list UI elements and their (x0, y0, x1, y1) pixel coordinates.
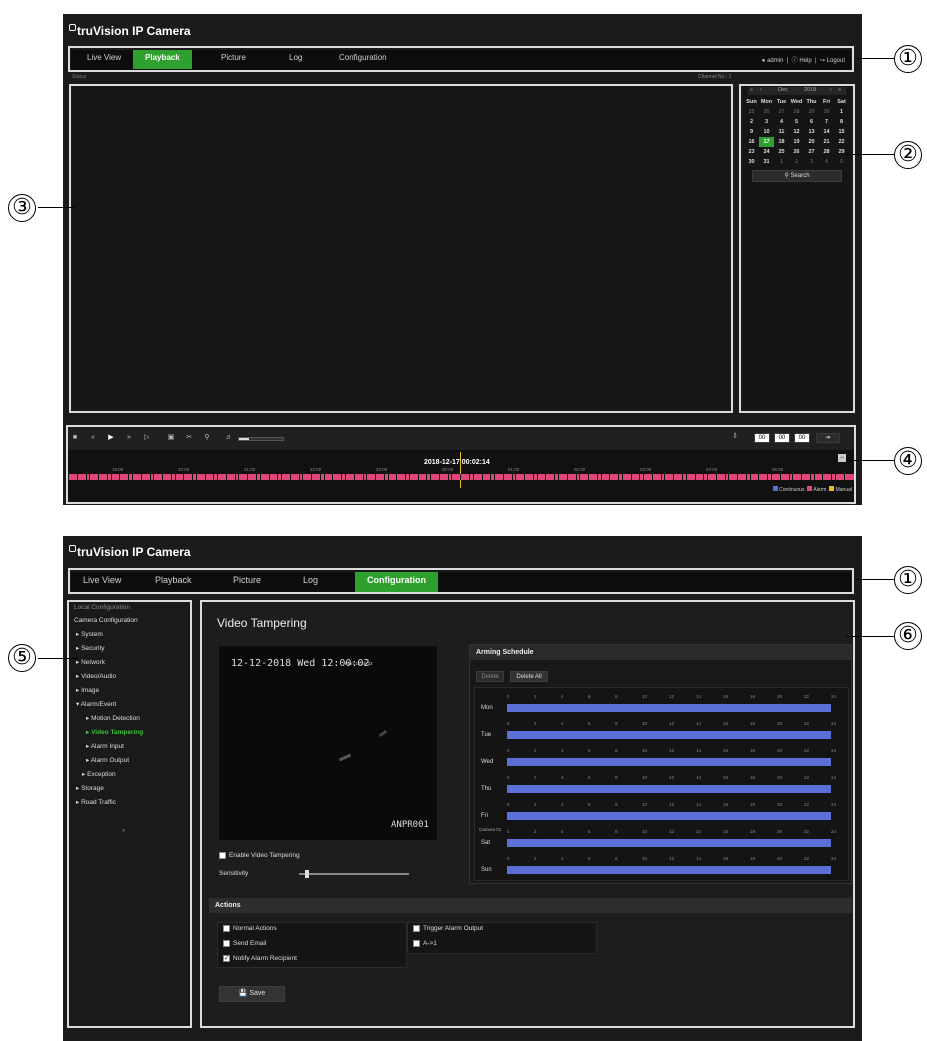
callout-frame-5 (67, 600, 192, 1028)
callout-1-top: ① (894, 45, 922, 73)
callout-leader-6 (846, 636, 894, 637)
callout-leader-1b (856, 579, 894, 580)
callout-4: ④ (894, 447, 922, 475)
callout-frame-1-top (68, 46, 854, 72)
callout-5: ⑤ (8, 644, 36, 672)
callout-frame-2 (739, 84, 855, 413)
callout-leader-3 (38, 207, 74, 208)
brand-logo: truVision IP Camera (69, 24, 191, 38)
camera-logo-icon (69, 545, 76, 552)
camera-logo-icon (69, 24, 76, 31)
channel-label: Channel No.: 1 (698, 74, 732, 80)
callout-2: ② (894, 141, 922, 169)
callout-6: ⑥ (894, 622, 922, 650)
callout-frame-1-bottom (68, 568, 854, 594)
callout-1-bottom: ① (894, 566, 922, 594)
callout-frame-4 (66, 425, 856, 504)
brand-logo-bottom: truVision IP Camera (69, 545, 191, 559)
callout-leader-2 (846, 154, 894, 155)
callout-3: ③ (8, 194, 36, 222)
callout-leader-4 (846, 460, 894, 461)
callout-frame-6 (200, 600, 855, 1028)
callout-leader-5 (38, 658, 78, 659)
callout-leader-1a (856, 58, 894, 59)
callout-frame-3 (69, 84, 733, 413)
status-label: Status (72, 74, 87, 80)
